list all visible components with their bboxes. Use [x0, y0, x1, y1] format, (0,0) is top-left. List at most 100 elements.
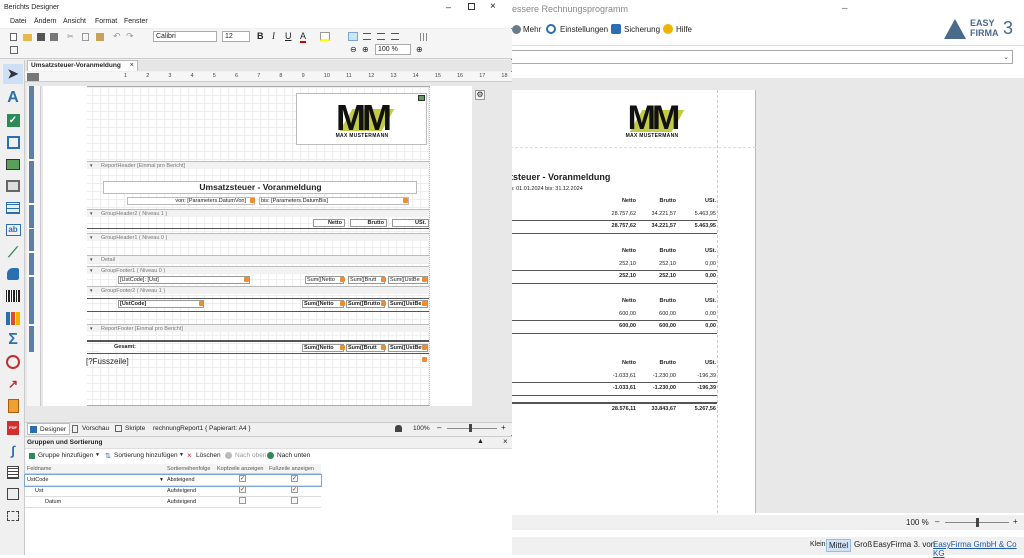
shape-tool-icon[interactable] — [3, 264, 23, 284]
mehr-button[interactable]: Mehr — [523, 25, 541, 34]
smart-tag-icon[interactable] — [340, 301, 345, 306]
company-link[interactable]: EasyFirma GmbH & Co KG — [933, 540, 1024, 558]
hatch-icon[interactable] — [420, 33, 428, 41]
font-select[interactable]: Calibri — [153, 31, 217, 42]
align-right-icon[interactable] — [377, 33, 385, 40]
band-group-header2[interactable]: GroupHeader2 ( Niveau 1 ) — [87, 209, 429, 218]
align-full-icon[interactable] — [391, 33, 399, 40]
menu-aendern[interactable]: Ändern — [34, 18, 57, 25]
dropdown-caret-icon[interactable]: ▼ — [95, 452, 100, 458]
align-center-icon[interactable] — [363, 33, 371, 40]
pageinfo-tool-icon[interactable] — [3, 484, 23, 504]
smart-tag-icon[interactable] — [199, 301, 204, 306]
band-group-header1[interactable]: GroupHeader1 ( Niveau 0 ) — [87, 233, 429, 242]
doc-tab[interactable]: Umsatzsteuer-Voranmeldung × — [27, 60, 138, 71]
designer-zoom-in[interactable]: + — [501, 423, 506, 432]
designer-zoom-out[interactable]: – — [437, 423, 441, 432]
dropdown-caret-icon[interactable]: ▼ — [179, 452, 184, 458]
pin-icon[interactable]: ▲ — [477, 438, 484, 445]
redo-icon[interactable]: ↷ — [126, 31, 134, 42]
back-color-icon[interactable] — [320, 32, 330, 41]
band-report-footer[interactable]: ReportFooter [Einmal pro Bericht] — [87, 324, 429, 333]
smart-tag-icon[interactable] — [403, 198, 408, 203]
size-klein[interactable]: Klein — [810, 541, 826, 548]
line-tool-icon[interactable]: ⟋ — [3, 242, 23, 262]
down-button[interactable]: Nach unten — [277, 452, 310, 459]
smart-tag-icon[interactable] — [244, 277, 249, 282]
undo-icon[interactable]: ↶ — [113, 31, 121, 42]
zoom-tool-icon[interactable]: ⊕ — [416, 45, 423, 54]
row-sortorder[interactable]: Aufsteigend — [167, 497, 196, 508]
underline-icon[interactable]: U — [285, 31, 292, 41]
fusszeile-checkbox[interactable]: ✓ — [291, 475, 298, 482]
sparkline-tool-icon[interactable]: ↗ — [3, 374, 23, 394]
chevron-down-icon[interactable]: ▼ — [159, 475, 164, 486]
save-icon[interactable] — [37, 33, 45, 41]
zoom-in-tool-icon[interactable]: ⊕ — [362, 45, 369, 54]
pagebreak-tool-icon[interactable] — [3, 506, 23, 526]
tab-skripte[interactable]: Skripte — [113, 423, 148, 435]
table-row[interactable]: Datum Aufsteigend — [25, 497, 321, 508]
align-justify-icon[interactable] — [348, 32, 358, 41]
zoom-select[interactable]: 100 % — [375, 44, 411, 55]
italic-icon[interactable]: I — [272, 31, 275, 41]
close-tab-icon[interactable]: × — [130, 61, 134, 71]
sum-netto-1[interactable]: Sum([Netto — [305, 276, 344, 284]
sum-brutto-2[interactable]: Sum([Brutto — [346, 300, 385, 308]
add-group-button[interactable]: Gruppe hinzufügen — [38, 452, 93, 459]
designer-zoom-thumb[interactable] — [469, 424, 472, 432]
zoom-in-icon[interactable]: + — [1013, 517, 1018, 526]
zoom-out-tool-icon[interactable]: ⊖ — [350, 45, 357, 54]
settings-icon[interactable]: ⚙ — [475, 90, 485, 100]
sum-brutto-1[interactable]: Sum([Brutt — [348, 276, 385, 284]
subreport-tool-icon[interactable] — [3, 396, 23, 416]
chars-tool-icon[interactable]: ab — [3, 220, 23, 240]
maximize-button[interactable] — [468, 3, 475, 10]
menu-fenster[interactable]: Fenster — [124, 18, 148, 25]
von-field[interactable]: von: [Parameters.DatumVon] — [127, 197, 255, 205]
table-row[interactable]: UstCode ▼ Absteigend ✓ ✓ — [24, 474, 322, 487]
einstellungen-button[interactable]: Einstellungen — [560, 25, 608, 34]
zoom-out-icon[interactable]: – — [935, 517, 939, 526]
smart-tag-icon[interactable] — [381, 345, 386, 350]
report-title-field[interactable]: Umsatzsteuer - Voranmeldung — [103, 181, 417, 194]
checkbox-tool-icon[interactable]: ✓ — [3, 110, 23, 130]
picture-tool-icon[interactable] — [3, 154, 23, 174]
smart-tag-icon[interactable] — [422, 301, 427, 306]
band-report-header[interactable]: ReportHeader [Einmal pro Bericht] — [87, 161, 429, 170]
fusszeile-field[interactable]: [?Fusszeile] — [86, 357, 129, 366]
smart-tag-icon[interactable] — [422, 277, 427, 282]
gauge-tool-icon[interactable] — [3, 352, 23, 372]
fusszeile-checkbox[interactable]: ✓ — [291, 486, 298, 493]
font-size-select[interactable]: 12 — [222, 31, 250, 42]
smart-tag-icon[interactable] — [381, 277, 386, 282]
sum-tool-icon[interactable]: Σ — [3, 330, 23, 350]
header-brutto[interactable]: Brutto — [350, 219, 387, 227]
band-group-footer1[interactable]: GroupFooter1 ( Niveau 0 ) — [87, 266, 429, 275]
bold-icon[interactable]: B — [257, 31, 264, 41]
save-all-icon[interactable] — [50, 33, 58, 41]
open-icon[interactable] — [23, 34, 32, 41]
smart-tag-icon[interactable] — [422, 357, 427, 362]
menu-datei[interactable]: Datei — [10, 18, 26, 25]
kopfzeile-checkbox[interactable]: ✓ — [239, 475, 246, 482]
header-ust[interactable]: USt. — [392, 219, 429, 227]
layout-icon[interactable] — [10, 46, 18, 54]
up-button[interactable]: Nach oben — [235, 452, 266, 459]
toc-tool-icon[interactable] — [3, 462, 23, 482]
zoom-slider-thumb[interactable] — [976, 518, 979, 527]
sum-netto-2[interactable]: Sum([Netto — [302, 300, 344, 308]
sum-netto-3[interactable]: Sum([Netto — [302, 344, 344, 352]
ustcode-ust-field[interactable]: [UstCode]: [Ust] — [118, 276, 250, 284]
smart-tag-icon[interactable] — [381, 301, 386, 306]
smart-tag-icon[interactable] — [340, 345, 345, 350]
panel-close-icon[interactable]: × — [503, 437, 508, 446]
menu-format[interactable]: Format — [95, 18, 117, 25]
sicherung-button[interactable]: Sicherung — [624, 25, 660, 34]
pdf-tool-icon[interactable]: PDF — [3, 418, 23, 438]
table-tool-icon[interactable] — [3, 198, 23, 218]
kopfzeile-checkbox[interactable]: ✓ — [239, 486, 246, 493]
ustcode-field[interactable]: [UstCode] — [118, 300, 204, 308]
minimize-icon[interactable]: – — [842, 3, 848, 14]
header-netto[interactable]: Netto — [313, 219, 345, 227]
